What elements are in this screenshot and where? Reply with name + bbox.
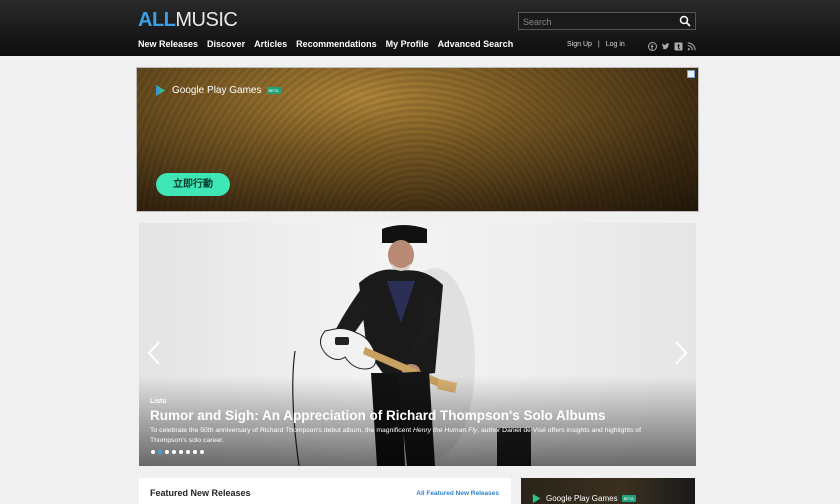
logo-all-text: ALL	[138, 9, 176, 31]
log-in-link[interactable]: Log in	[606, 41, 625, 48]
side-ad-brand: Google Play Games BETA	[532, 493, 636, 504]
search-box	[518, 12, 696, 30]
hero-carousel[interactable]: Lists Rumor and Sigh: An Appreciation of…	[139, 223, 696, 466]
ad-beta-badge: BETA	[266, 87, 281, 94]
nav-articles[interactable]: Articles	[254, 39, 287, 49]
nav-my-profile[interactable]: My Profile	[386, 39, 429, 49]
hero-category[interactable]: Lists	[150, 398, 166, 405]
logo-music-text: MUSIC	[175, 9, 238, 31]
ad-brand-label: Google Play Games	[172, 85, 262, 96]
facebook-icon[interactable]	[648, 38, 657, 51]
ad-brand: Google Play Games BETA	[155, 84, 281, 97]
allmusic-logo[interactable]: ALLMUSIC	[138, 9, 238, 32]
chevron-right-icon[interactable]	[673, 340, 689, 366]
carousel-dot[interactable]	[186, 450, 190, 454]
rss-icon[interactable]	[687, 38, 696, 51]
google-play-games-icon	[156, 85, 165, 96]
social-links	[648, 38, 696, 51]
ad-info-icon[interactable]	[687, 70, 695, 78]
hero-description: To celebrate the 50th anniversary of Ric…	[150, 427, 641, 444]
account-separator: |	[597, 41, 600, 48]
nav-recommendations[interactable]: Recommendations	[296, 39, 377, 49]
nav-advanced-search[interactable]: Advanced Search	[438, 39, 514, 49]
nav-new-releases[interactable]: New Releases	[138, 39, 198, 49]
side-ad-beta-badge: BETA	[621, 495, 636, 502]
all-featured-link[interactable]: All Featured New Releases	[416, 490, 499, 497]
carousel-dot[interactable]	[193, 450, 197, 454]
nav-discover[interactable]: Discover	[207, 39, 245, 49]
ad-banner[interactable]: Google Play Games BETA 立即行動	[136, 67, 699, 212]
carousel-dot[interactable]	[165, 450, 169, 454]
carousel-dot[interactable]	[151, 450, 155, 454]
carousel-dots	[151, 450, 204, 454]
featured-new-releases-section: Featured New Releases All Featured New R…	[139, 478, 511, 504]
chevron-left-icon[interactable]	[146, 340, 162, 366]
main-nav: New Releases Discover Articles Recommend…	[138, 39, 513, 49]
twitter-icon[interactable]	[661, 38, 670, 50]
tumblr-icon[interactable]	[674, 38, 683, 51]
carousel-dot[interactable]	[172, 450, 176, 454]
carousel-dot[interactable]	[179, 450, 183, 454]
carousel-dot[interactable]	[200, 450, 204, 454]
side-ad-brand-label: Google Play Games	[546, 494, 618, 503]
account-links: Sign Up | Log in	[567, 41, 625, 48]
ad-cta-button[interactable]: 立即行動	[156, 173, 230, 196]
carousel-dot-active[interactable]	[158, 450, 162, 454]
side-ad[interactable]: Google Play Games BETA	[521, 478, 695, 504]
search-icon[interactable]	[679, 15, 691, 27]
featured-title: Featured New Releases	[150, 488, 251, 498]
hero-title[interactable]: Rumor and Sigh: An Appreciation of Richa…	[150, 408, 605, 423]
sign-up-link[interactable]: Sign Up	[567, 41, 592, 48]
google-play-games-icon	[532, 493, 541, 504]
site-header: ALLMUSIC New Releases Discover Articles …	[0, 0, 840, 56]
search-input[interactable]	[523, 15, 673, 28]
